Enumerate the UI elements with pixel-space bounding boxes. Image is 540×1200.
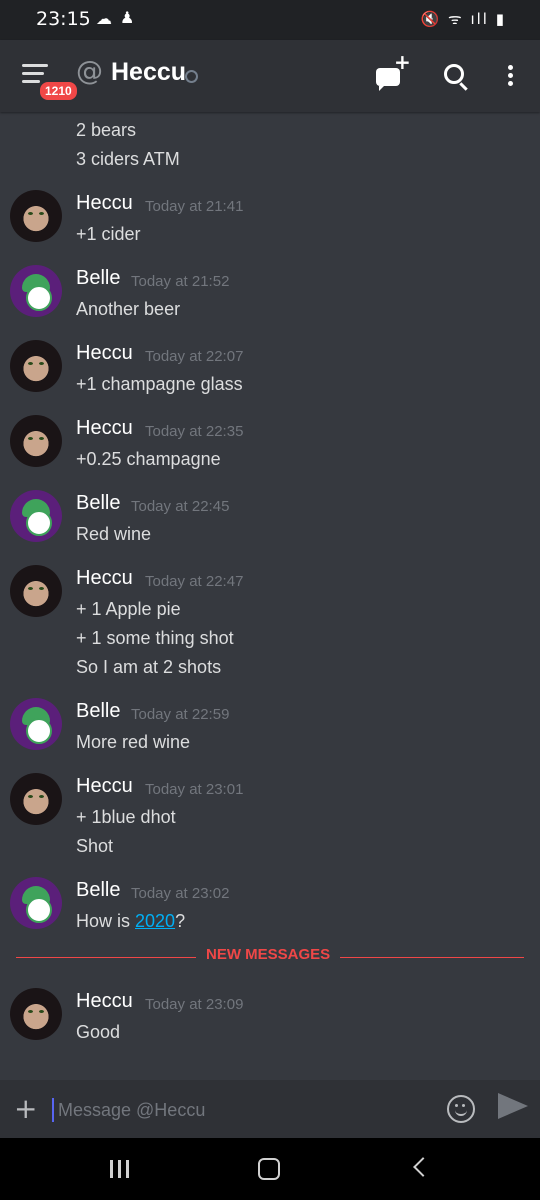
avatar[interactable] bbox=[10, 877, 62, 929]
home-icon[interactable] bbox=[258, 1158, 280, 1180]
timestamp: Today at 23:01 bbox=[145, 781, 244, 798]
more-options-icon[interactable] bbox=[508, 65, 513, 89]
send-icon[interactable] bbox=[498, 1093, 528, 1119]
message-line: So I am at 2 shots bbox=[76, 657, 222, 677]
plus-icon: + bbox=[394, 50, 411, 74]
message-list[interactable]: 2 bears 3 ciders ATM Heccu Today at 21:4… bbox=[0, 112, 540, 1080]
avatar[interactable] bbox=[10, 190, 62, 242]
avatar[interactable] bbox=[10, 490, 62, 542]
avatar[interactable] bbox=[10, 340, 62, 392]
message-link[interactable]: 2020 bbox=[135, 911, 175, 931]
avatar[interactable] bbox=[10, 988, 62, 1040]
username[interactable]: Belle bbox=[76, 267, 120, 290]
message-line: 3 ciders ATM bbox=[76, 149, 180, 169]
username[interactable]: Belle bbox=[76, 492, 120, 515]
offline-status-icon bbox=[185, 70, 198, 83]
add-attachment-button[interactable]: + bbox=[14, 1092, 37, 1125]
username[interactable]: Heccu bbox=[76, 775, 133, 798]
message-line: + 1 Apple pie bbox=[76, 599, 181, 619]
timestamp: Today at 23:02 bbox=[131, 885, 230, 902]
username[interactable]: Heccu bbox=[76, 417, 133, 440]
timestamp: Today at 22:45 bbox=[131, 498, 230, 515]
message-line: 2 bears bbox=[76, 120, 137, 140]
message-line: + 1 some thing shot bbox=[76, 628, 234, 648]
avatar[interactable] bbox=[10, 773, 62, 825]
search-icon[interactable] bbox=[444, 64, 464, 84]
notification-icon: ♟ bbox=[120, 8, 135, 27]
username[interactable]: Heccu bbox=[76, 990, 133, 1013]
status-icons: 🔇 ᯤ ıll ▮ bbox=[420, 10, 506, 28]
at-icon: @ bbox=[76, 56, 103, 87]
new-messages-divider: NEW MESSAGES bbox=[196, 946, 341, 963]
username[interactable]: Belle bbox=[76, 879, 120, 902]
back-icon[interactable] bbox=[413, 1157, 433, 1177]
message-line: Red wine bbox=[76, 524, 152, 544]
message-text: How is bbox=[76, 911, 136, 931]
avatar[interactable] bbox=[10, 565, 62, 617]
message-line: +0.25 champagne bbox=[76, 449, 221, 469]
status-time: 23:15 bbox=[36, 8, 91, 30]
username[interactable]: Heccu bbox=[76, 342, 133, 365]
username[interactable]: Heccu bbox=[76, 567, 133, 590]
timestamp: Today at 23:09 bbox=[145, 996, 244, 1013]
system-nav-bar bbox=[0, 1138, 540, 1200]
unread-badge: 1210 bbox=[38, 80, 79, 102]
status-bar: 23:15 ☁ ♟ 🔇 ᯤ ıll ▮ bbox=[0, 0, 540, 40]
message-line: + 1blue dhot bbox=[76, 807, 176, 827]
message-line: Shot bbox=[76, 836, 114, 856]
cloud-icon: ☁ bbox=[96, 9, 112, 28]
message-line: More red wine bbox=[76, 732, 191, 752]
emoji-icon[interactable] bbox=[447, 1095, 475, 1123]
message-input[interactable] bbox=[56, 1094, 430, 1126]
message-line: Another beer bbox=[76, 299, 181, 319]
page-title: Heccu bbox=[111, 58, 187, 86]
message-composer: + bbox=[0, 1080, 540, 1138]
timestamp: Today at 22:47 bbox=[145, 573, 244, 590]
message-text: ? bbox=[175, 911, 186, 931]
username[interactable]: Belle bbox=[76, 700, 120, 723]
avatar[interactable] bbox=[10, 415, 62, 467]
timestamp: Today at 22:59 bbox=[131, 706, 230, 723]
timestamp: Today at 21:41 bbox=[145, 198, 244, 215]
message-line: +1 champagne glass bbox=[76, 374, 243, 394]
username[interactable]: Heccu bbox=[76, 192, 133, 215]
timestamp: Today at 21:52 bbox=[131, 273, 230, 290]
avatar[interactable] bbox=[10, 698, 62, 750]
message-line: Good bbox=[76, 1022, 121, 1042]
timestamp: Today at 22:07 bbox=[145, 348, 244, 365]
timestamp: Today at 22:35 bbox=[145, 423, 244, 440]
text-cursor bbox=[52, 1098, 54, 1122]
message-line: +1 cider bbox=[76, 224, 141, 244]
recent-apps-icon[interactable] bbox=[108, 1160, 132, 1178]
message-line: How is 2020? bbox=[76, 911, 185, 932]
channel-header: 1210 @ Heccu + bbox=[0, 40, 540, 112]
avatar[interactable] bbox=[10, 265, 62, 317]
